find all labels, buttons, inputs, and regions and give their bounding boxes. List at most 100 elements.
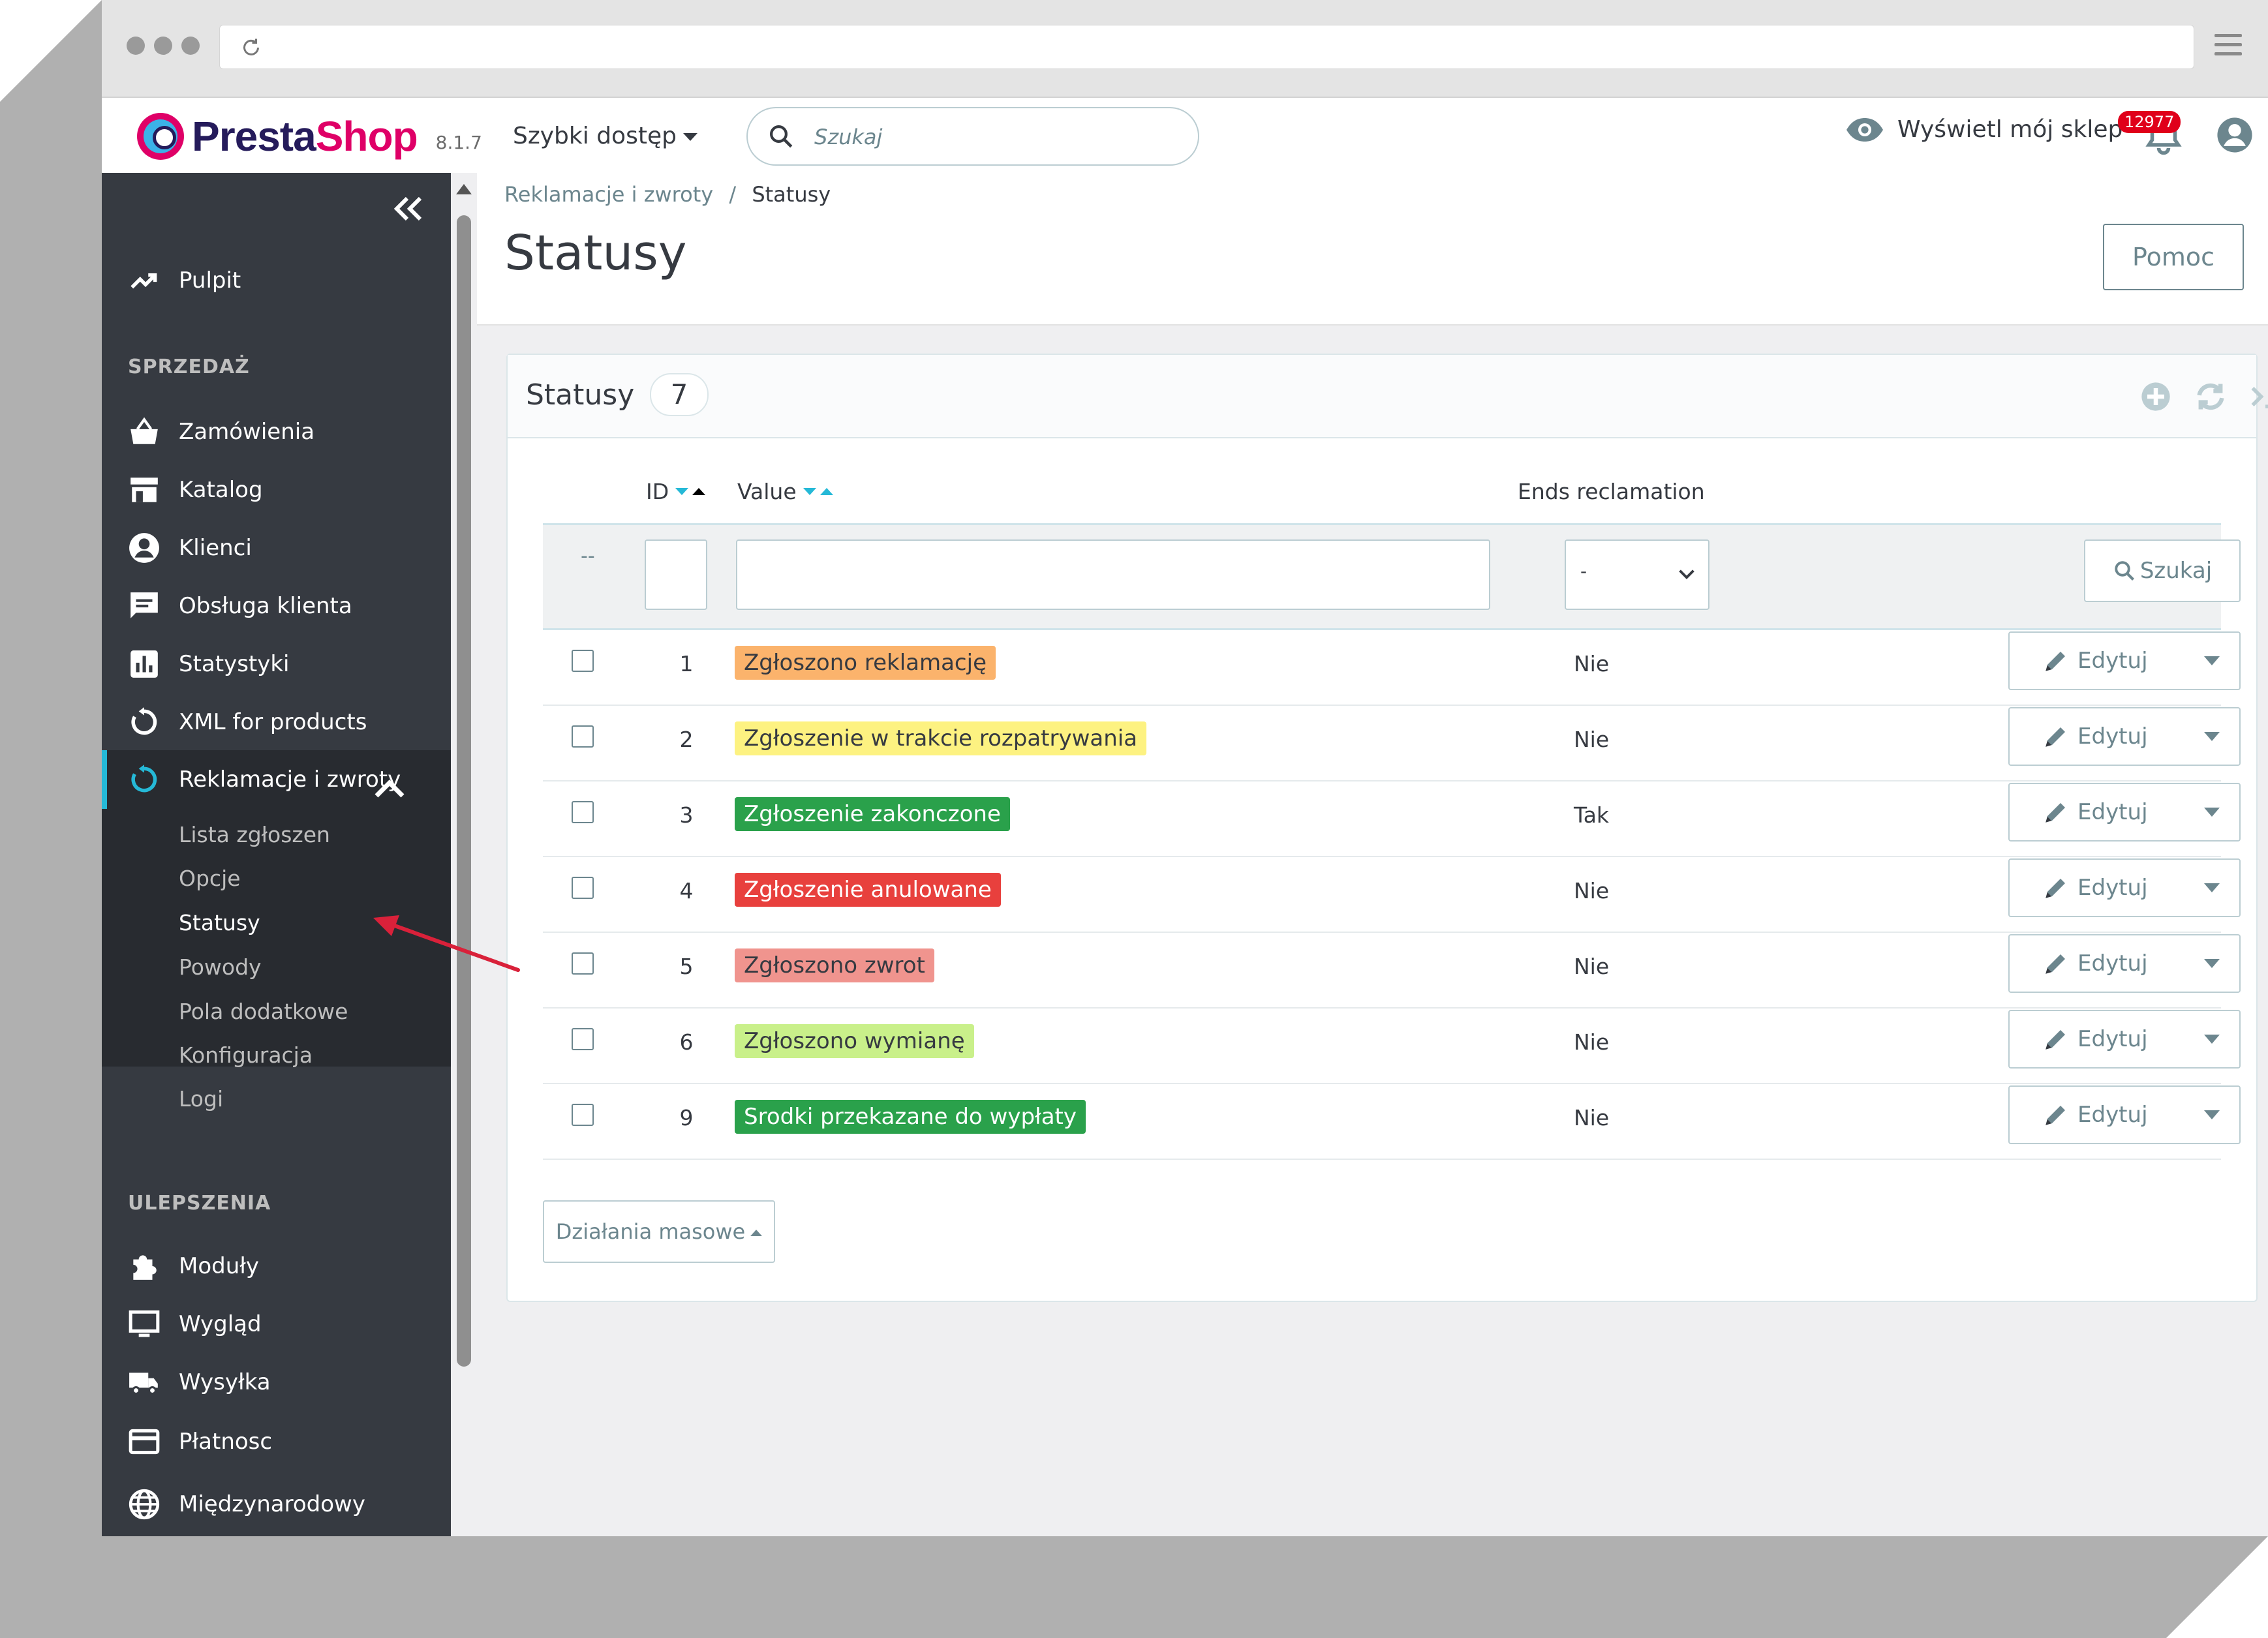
- submenu-item-claims-list[interactable]: Lista zgłoszen: [179, 822, 330, 847]
- sidebar-item-xml[interactable]: XML for products: [128, 703, 367, 742]
- column-header-ends: Ends reclamation: [1518, 479, 1705, 504]
- edit-label: Edytuj: [2077, 1026, 2148, 1052]
- submenu-item-options[interactable]: Opcje: [179, 866, 241, 891]
- edit-button[interactable]: Edytuj: [2008, 1085, 2241, 1144]
- reload-icon[interactable]: [239, 36, 263, 59]
- sidebar-scrollbar-thumb[interactable]: [457, 215, 471, 1367]
- column-header-id[interactable]: ID: [646, 479, 706, 504]
- refresh-list-icon[interactable]: [2194, 380, 2228, 414]
- column-header-value[interactable]: Value: [737, 479, 833, 504]
- prestashop-logo[interactable]: PrestaShop 8.1.7: [137, 112, 482, 160]
- edit-button[interactable]: Edytuj: [2008, 783, 2241, 842]
- row-checkbox[interactable]: [572, 952, 594, 975]
- caret-down-icon[interactable]: [2204, 1035, 2220, 1044]
- window-dot[interactable]: [154, 37, 172, 55]
- help-button[interactable]: Pomoc: [2103, 224, 2244, 290]
- row-id: 5: [679, 954, 694, 979]
- edit-button[interactable]: Edytuj: [2008, 1010, 2241, 1069]
- sort-asc-icon[interactable]: [820, 488, 833, 495]
- filter-search-button[interactable]: Szukaj: [2084, 539, 2241, 602]
- row-id: 2: [679, 727, 694, 752]
- sort-desc-icon[interactable]: [675, 488, 689, 495]
- sidebar-item-catalog[interactable]: Katalog: [128, 470, 263, 509]
- sidebar-label: Pulpit: [179, 267, 241, 294]
- caret-down-icon[interactable]: [2204, 1110, 2220, 1119]
- eye-icon: [1847, 117, 1883, 142]
- row-ends-value: Nie: [1574, 727, 1610, 752]
- row-ends-value: Nie: [1574, 651, 1610, 676]
- row-checkbox[interactable]: [572, 877, 594, 899]
- caret-down-icon[interactable]: [2204, 732, 2220, 741]
- row-id: 1: [679, 651, 694, 676]
- edit-button[interactable]: Edytuj: [2008, 631, 2241, 690]
- address-bar[interactable]: [219, 25, 2194, 69]
- breadcrumb-parent-link[interactable]: Reklamacje i zwroty: [504, 182, 713, 207]
- pencil-icon: [2046, 652, 2065, 671]
- sidebar-label: Międzynarodowy: [179, 1491, 365, 1517]
- scroll-up-arrow-icon[interactable]: [456, 184, 472, 194]
- caret-down-icon[interactable]: [2204, 808, 2220, 817]
- select-value: -: [1580, 560, 1587, 582]
- filter-ends-select[interactable]: -: [1565, 539, 1709, 610]
- sidebar-item-customer-service[interactable]: Obsługa klienta: [128, 586, 352, 626]
- view-shop-link[interactable]: Wyświetl mój sklep: [1845, 116, 2122, 143]
- submenu-item-logs[interactable]: Logi: [179, 1086, 223, 1112]
- caret-down-icon[interactable]: [2204, 883, 2220, 892]
- edit-button[interactable]: Edytuj: [2008, 707, 2241, 766]
- row-ends-value: Nie: [1574, 1105, 1610, 1130]
- trending-up-icon: [130, 273, 157, 289]
- sidebar-item-customers[interactable]: Klienci: [128, 528, 252, 568]
- row-checkbox[interactable]: [572, 1104, 594, 1126]
- submenu-item-reasons[interactable]: Powody: [179, 954, 262, 980]
- pencil-icon: [2046, 1106, 2065, 1125]
- browser-menu-icon[interactable]: [2214, 34, 2242, 57]
- user-icon[interactable]: [2216, 116, 2254, 154]
- row-checkbox[interactable]: [572, 801, 594, 823]
- row-checkbox[interactable]: [572, 1028, 594, 1050]
- row-checkbox[interactable]: [572, 650, 594, 672]
- sidebar-item-shipping[interactable]: Wysyłka: [128, 1363, 271, 1402]
- submenu-item-configuration[interactable]: Konfiguracja: [179, 1042, 313, 1068]
- column-label: ID: [646, 479, 669, 504]
- chat-icon: [130, 592, 158, 618]
- monitor-icon: [129, 1310, 160, 1337]
- filter-value-input[interactable]: [736, 539, 1490, 610]
- search-input[interactable]: [813, 120, 1181, 154]
- filter-id-input[interactable]: [645, 539, 707, 610]
- add-icon[interactable]: [2139, 380, 2173, 414]
- sidebar-item-orders[interactable]: Zamówienia: [128, 412, 314, 451]
- submenu-item-statuses[interactable]: Statusy: [179, 910, 260, 935]
- sidebar-item-dashboard[interactable]: Pulpit: [128, 261, 241, 300]
- table-row: 9 Srodki przekazane do wypłaty Nie Edytuj: [543, 1083, 2241, 1160]
- edit-label: Edytuj: [2077, 875, 2148, 901]
- caret-down-icon[interactable]: [2204, 656, 2220, 665]
- version-label: 8.1.7: [435, 131, 482, 153]
- sidebar-item-international[interactable]: Międzynarodowy: [128, 1485, 365, 1524]
- window-controls: [127, 37, 200, 55]
- filter-placeholder-dash: --: [581, 545, 595, 568]
- edit-button[interactable]: Edytuj: [2008, 858, 2241, 917]
- edit-button[interactable]: Edytuj: [2008, 934, 2241, 993]
- window-dot[interactable]: [127, 37, 145, 55]
- table-row: 2 Zgłoszenie w trakcie rozpatrywania Nie Ed…: [543, 705, 2241, 781]
- sidebar-item-stats[interactable]: Statystyki: [128, 645, 290, 684]
- sidebar-item-payment[interactable]: Płatnosc: [128, 1422, 272, 1461]
- row-checkbox[interactable]: [572, 725, 594, 748]
- quick-access-dropdown[interactable]: Szybki dostęp: [513, 123, 697, 149]
- filter-value-field[interactable]: [737, 541, 1489, 609]
- terminal-icon[interactable]: [2247, 380, 2268, 414]
- filter-id-field[interactable]: [646, 541, 706, 609]
- bulk-actions-button[interactable]: Działania masowe: [543, 1200, 775, 1263]
- sidebar-item-reclamations[interactable]: Reklamacje i zwroty: [128, 760, 441, 799]
- caret-down-icon[interactable]: [2204, 959, 2220, 968]
- sort-desc-icon[interactable]: [803, 488, 816, 495]
- window-dot[interactable]: [181, 37, 200, 55]
- panel-heading: Statusy 7: [508, 355, 2268, 438]
- sort-asc-icon[interactable]: [692, 488, 706, 495]
- sidebar-item-appearance[interactable]: Wygląd: [128, 1305, 262, 1344]
- collapse-sidebar-icon[interactable]: [389, 192, 428, 225]
- submenu-item-extra-fields[interactable]: Pola dodatkowe: [179, 999, 348, 1024]
- sidebar-item-modules[interactable]: Moduły: [128, 1247, 259, 1286]
- annotation-arrow-icon: [373, 915, 520, 972]
- status-badge: Zgłoszenie w trakcie rozpatrywania: [735, 721, 1147, 755]
